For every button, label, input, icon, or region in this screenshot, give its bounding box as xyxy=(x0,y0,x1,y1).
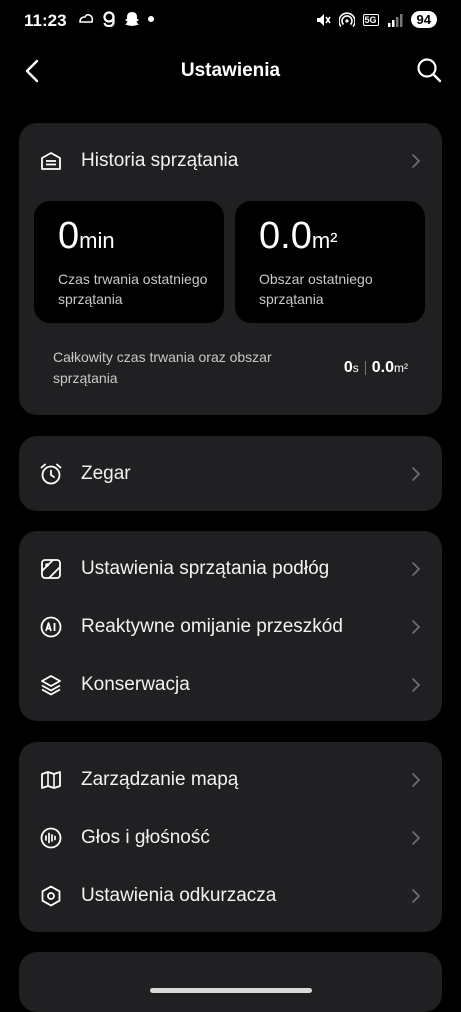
battery-indicator: 94 xyxy=(410,11,437,28)
floor-settings-label: Ustawienia sprzątania podłóg xyxy=(81,558,330,579)
device-card: Zarządzanie mapą Głos i głośność Ustawie… xyxy=(19,742,442,932)
map-management-row[interactable]: Zarządzanie mapą xyxy=(19,751,442,809)
clock-label: Zegar xyxy=(81,463,131,484)
total-values: 0s 0.0m² xyxy=(344,359,408,377)
notification-icons xyxy=(78,11,154,27)
maintenance-row[interactable]: Konserwacja xyxy=(19,656,442,714)
mute-icon xyxy=(316,13,331,26)
network-type: 5G xyxy=(362,13,379,26)
maintenance-label: Konserwacja xyxy=(81,674,190,695)
home-indicator[interactable] xyxy=(150,988,312,993)
obstacle-avoidance-row[interactable]: Reaktywne omijanie przeszkód xyxy=(19,598,442,656)
last-area-value: 0.0m² xyxy=(259,215,338,257)
search-button[interactable] xyxy=(415,56,443,84)
status-bar: 11:23 5G 94 xyxy=(0,0,461,44)
hotspot-icon xyxy=(338,11,355,27)
cleaning-card: Ustawienia sprzątania podłóg Reaktywne o… xyxy=(19,531,442,721)
ai-icon xyxy=(40,616,62,638)
last-duration-box: 0min Czas trwania ostatniego sprzątania xyxy=(34,201,224,323)
chevron-right-icon xyxy=(412,562,421,576)
chevron-right-icon xyxy=(412,678,421,692)
voice-volume-label: Głos i głośność xyxy=(81,827,210,848)
chevron-right-icon xyxy=(412,889,421,903)
clock-row[interactable]: Zegar xyxy=(19,445,442,503)
total-time: 0s xyxy=(343,359,359,376)
map-management-label: Zarządzanie mapą xyxy=(81,769,239,790)
chevron-right-icon xyxy=(412,620,421,634)
snapchat-icon xyxy=(125,12,139,26)
last-duration-value: 0min xyxy=(58,215,115,257)
next-card-partial xyxy=(19,952,442,1012)
layers-icon xyxy=(41,675,61,696)
status-time: 11:23 xyxy=(24,11,67,30)
history-icon xyxy=(41,152,61,170)
last-area-box: 0.0m² Obszar ostatniego sprzątania xyxy=(235,201,425,323)
signal-icon xyxy=(387,13,403,27)
status-right: 5G 94 xyxy=(315,11,437,28)
history-card: Historia sprzątania 0min Czas trwania os… xyxy=(19,123,442,415)
divider xyxy=(364,361,366,375)
app-header: Ustawienia xyxy=(0,46,461,94)
chevron-right-icon xyxy=(412,467,421,481)
history-row[interactable]: Historia sprzątania xyxy=(19,132,442,190)
total-area: 0.0m² xyxy=(371,359,408,376)
voice-volume-row[interactable]: Głos i głośność xyxy=(19,809,442,867)
clock-card: Zegar xyxy=(19,436,442,511)
map-icon xyxy=(41,771,61,789)
chevron-right-icon xyxy=(412,773,421,787)
g-app-icon xyxy=(103,11,115,27)
alarm-clock-icon xyxy=(40,463,62,485)
history-label: Historia sprzątania xyxy=(81,150,239,171)
floor-settings-row[interactable]: Ustawienia sprzątania podłóg xyxy=(19,540,442,598)
chevron-right-icon xyxy=(412,154,421,168)
vacuum-settings-label: Ustawienia odkurzacza xyxy=(81,885,277,906)
weather-icon xyxy=(79,13,94,23)
vacuum-settings-row[interactable]: Ustawienia odkurzacza xyxy=(19,867,442,925)
page-title: Ustawienia xyxy=(180,60,281,81)
dot-icon xyxy=(148,16,154,22)
floor-settings-icon xyxy=(41,559,61,579)
total-desc: Całkowity czas trwania oraz obszar sprzą… xyxy=(53,349,272,386)
hexagon-icon xyxy=(41,885,61,907)
chevron-right-icon xyxy=(412,831,421,845)
obstacle-avoidance-label: Reaktywne omijanie przeszkód xyxy=(81,616,343,637)
voice-icon xyxy=(40,827,62,849)
last-area-desc: Obszar ostatniego sprzątania xyxy=(259,271,373,307)
last-duration-desc: Czas trwania ostatniego sprzątania xyxy=(58,271,208,307)
